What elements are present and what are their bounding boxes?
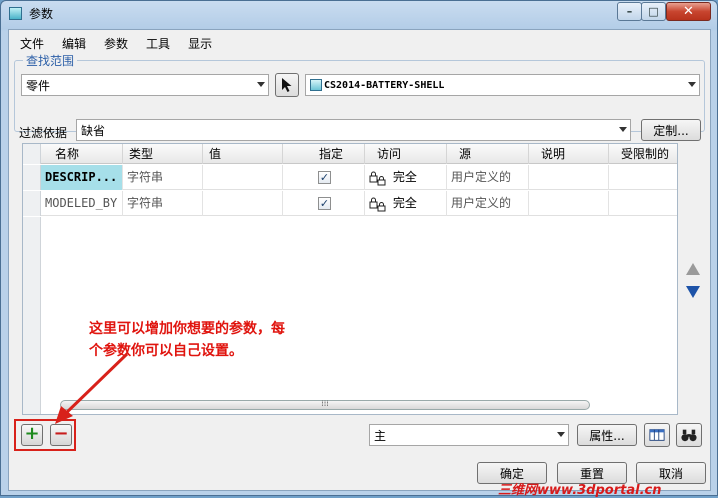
col-value[interactable]: 值 [203, 144, 283, 164]
chevron-down-icon [257, 82, 265, 87]
param-description-cell[interactable] [529, 191, 609, 216]
access-value: 完全 [392, 170, 417, 184]
object-type-select[interactable]: 零件 [21, 74, 269, 96]
object-type-value: 零件 [26, 78, 51, 93]
model-select[interactable]: CS2014-BATTERY-SHELL [305, 74, 700, 96]
model-value: CS2014-BATTERY-SHELL [324, 79, 445, 91]
scrollbar-thumb[interactable]: ⁞⁞⁞ [60, 400, 590, 410]
col-description[interactable]: 说明 [529, 144, 609, 164]
param-description-cell[interactable] [529, 165, 609, 190]
table-row[interactable]: MODELED_BY 字符串 ✓ 完全 用户定义的 [23, 191, 677, 216]
filter-value: 缺省 [81, 123, 106, 138]
row-header[interactable] [23, 165, 41, 190]
menu-file[interactable]: 文件 [9, 32, 51, 54]
properties-button[interactable]: 属性... [577, 424, 637, 446]
row-header[interactable] [23, 191, 41, 216]
param-type-cell[interactable]: 字符串 [123, 191, 203, 216]
remove-parameter-button[interactable]: − [50, 424, 72, 446]
app-icon [9, 7, 22, 20]
lock-access-icon [369, 197, 386, 211]
param-source-cell[interactable]: 用户定义的 [447, 165, 529, 190]
param-access-cell[interactable]: 完全 [365, 165, 447, 190]
parameters-window: 参数 – □ ✕ 文件 编辑 参数 工具 显示 查找范围 零件 CS2014-B… [0, 0, 718, 498]
lookup-scope-title: 查找范围 [23, 52, 78, 69]
filter-select[interactable]: 缺省 [76, 119, 631, 141]
designated-checkbox[interactable]: ✓ [318, 197, 331, 210]
horizontal-scrollbar[interactable]: ⁞⁞⁞ [50, 397, 676, 413]
binoculars-icon [681, 429, 697, 442]
chevron-down-icon [557, 432, 565, 437]
menu-tools[interactable]: 工具 [135, 32, 177, 54]
move-up-arrow-icon[interactable] [686, 263, 700, 275]
menu-display[interactable]: 显示 [177, 32, 219, 54]
row-header-corner [23, 144, 41, 164]
param-value-cell[interactable] [203, 191, 283, 216]
table-header: 名称 类型 值 指定 访问 源 说明 受限制的 [23, 144, 677, 164]
select-pointer-button[interactable] [275, 73, 299, 97]
table-icon [649, 429, 665, 441]
designated-checkbox[interactable]: ✓ [318, 171, 331, 184]
empty-row-header-column [23, 217, 41, 414]
filter-label: 过滤依据 [19, 126, 68, 140]
pointer-icon [282, 78, 292, 92]
menu-bar: 文件 编辑 参数 工具 显示 [9, 32, 219, 54]
part-icon [310, 79, 322, 91]
annotation-line-1: 这里可以增加你想要的参数，每 [89, 321, 285, 337]
window-title: 参数 [29, 7, 54, 21]
param-type-cell[interactable]: 字符串 [123, 165, 203, 190]
param-source-cell[interactable]: 用户定义的 [447, 191, 529, 216]
param-restricted-cell[interactable] [609, 191, 677, 216]
access-value: 完全 [392, 196, 417, 210]
param-value-cell[interactable] [203, 165, 283, 190]
annotation-arrow-icon [55, 352, 129, 424]
col-designated[interactable]: 指定 [283, 144, 365, 164]
category-value: 主 [374, 428, 387, 443]
add-parameter-button[interactable]: + [21, 424, 43, 446]
col-type[interactable]: 类型 [123, 144, 203, 164]
param-designated-cell: ✓ [283, 165, 365, 190]
lock-access-icon [369, 171, 386, 185]
customize-button[interactable]: 定制... [641, 119, 701, 141]
minimize-button[interactable]: – [617, 2, 642, 21]
param-restricted-cell[interactable] [609, 165, 677, 190]
table-columns-button[interactable] [644, 423, 670, 447]
title-bar[interactable]: 参数 – □ ✕ [1, 1, 717, 27]
find-button[interactable] [676, 423, 702, 447]
menu-parameters[interactable]: 参数 [93, 32, 135, 54]
param-name-cell[interactable]: DESCRIP... [41, 165, 123, 190]
category-select[interactable]: 主 [369, 424, 569, 446]
maximize-button[interactable]: □ [641, 2, 666, 21]
param-designated-cell: ✓ [283, 191, 365, 216]
move-down-arrow-icon[interactable] [686, 286, 700, 298]
chevron-down-icon [619, 127, 627, 132]
col-restricted[interactable]: 受限制的 [609, 144, 677, 164]
col-access[interactable]: 访问 [365, 144, 447, 164]
table-row[interactable]: DESCRIP... 字符串 ✓ 完全 用户定义的 [23, 165, 677, 190]
param-name-cell[interactable]: MODELED_BY [41, 191, 123, 216]
site-watermark: 三维网www.3dportal.cn [498, 483, 662, 498]
dialog-body: 文件 编辑 参数 工具 显示 查找范围 零件 CS2014-BATTERY-SH… [8, 29, 711, 491]
close-button[interactable]: ✕ [666, 2, 711, 21]
col-source[interactable]: 源 [447, 144, 529, 164]
col-name[interactable]: 名称 [41, 144, 123, 164]
menu-edit[interactable]: 编辑 [51, 32, 93, 54]
param-access-cell[interactable]: 完全 [365, 191, 447, 216]
chevron-down-icon [688, 82, 696, 87]
